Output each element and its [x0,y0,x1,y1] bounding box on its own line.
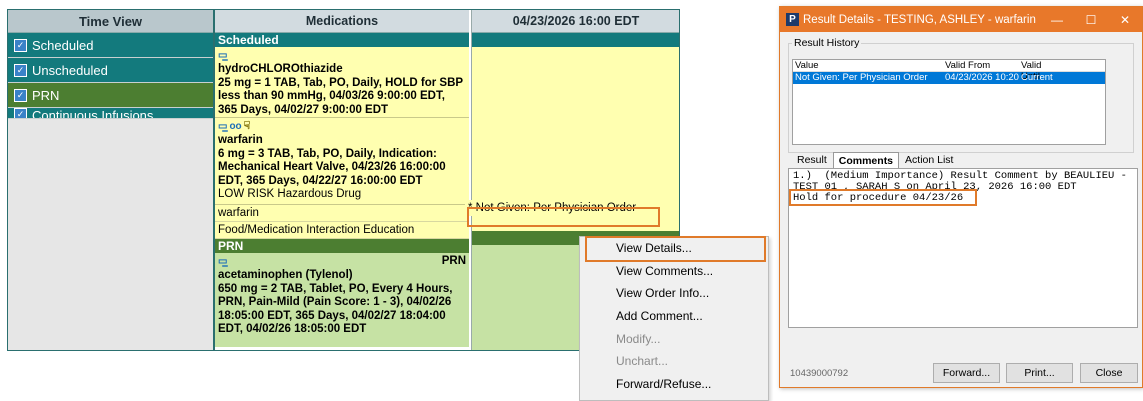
section-scheduled: Scheduled [215,33,469,47]
checkbox-icon[interactable]: ✓ [14,38,27,52]
table-header: Value Valid From Valid Until [793,60,1105,82]
print-button[interactable]: Print... [1006,363,1073,383]
menu-unchart[interactable]: Unchart... [580,350,768,373]
menu-modify[interactable]: Modify... [580,328,768,351]
detail-tabs: Result Comments Action List [792,152,959,169]
time-view-header: Time View [8,10,213,33]
title-bar[interactable]: P Result Details - TESTING, ASHLEY - war… [780,7,1142,32]
filter-scheduled[interactable]: ✓ Scheduled [8,33,213,58]
pill-cart-icon: ▭̲ [218,121,228,133]
pill-cart-icon: ▭̲ [218,256,228,268]
med-detail: 25 mg = 1 TAB, Tab, PO, Daily, HOLD for … [218,76,463,116]
column-header-value[interactable]: Value [793,60,943,71]
app-icon: P [786,13,799,26]
menu-add-comment[interactable]: Add Comment... [580,305,768,328]
filter-label: PRN [32,87,60,103]
tab-action-list[interactable]: Action List [900,152,958,169]
result-history-label: Result History [792,37,862,49]
menu-view-order-info[interactable]: View Order Info... [580,282,768,305]
tab-comments[interactable]: Comments [832,152,900,169]
section-prn: PRN [215,239,469,253]
glasses-icon: oo [229,121,242,133]
menu-highlight [585,236,766,262]
maximize-icon[interactable]: ☐ [1074,13,1108,27]
close-icon[interactable]: ✕ [1108,13,1142,27]
cell-valid-until: Current [1021,72,1053,83]
filter-unscheduled[interactable]: ✓ Unscheduled [8,58,213,83]
checkbox-icon[interactable]: ✓ [14,63,27,77]
window-title: Result Details - TESTING, ASHLEY - warfa… [803,13,1036,26]
forward-button[interactable]: Forward... [933,363,1000,383]
pill-cart-icon: ▭̲ [218,50,228,62]
med-sub-row-education[interactable]: Food/Medication Interaction Education [215,222,469,239]
cell-value: Not Given: Per Physician Order [795,72,928,83]
footer-id: 10439000792 [790,368,849,379]
medications-header: Medications [215,10,469,33]
med-name: warfarin [218,134,263,146]
hazard-hand-icon: ☟ [243,120,251,133]
table-row[interactable]: Not Given: Per Physician Order 04/23/202… [793,72,1105,95]
med-hydrochlorothiazide[interactable]: ▭̲ hydroCHLOROthiazide 25 mg = 1 TAB, Ta… [215,47,469,118]
time-view-panel: Time View ✓ Scheduled ✓ Unscheduled ✓ PR… [8,10,215,350]
filter-prn[interactable]: ✓ PRN [8,83,213,108]
result-details-window: P Result Details - TESTING, ASHLEY - war… [779,6,1143,388]
med-sub-row-warfarin[interactable]: warfarin [215,205,469,222]
menu-forward-refuse[interactable]: Forward/Refuse... [580,373,768,396]
comment-highlight [789,189,977,206]
hazard-label: LOW RISK Hazardous Drug [218,188,362,200]
checkbox-icon[interactable]: ✓ [14,88,27,102]
filter-label: Unscheduled [32,62,108,78]
filter-label: Scheduled [32,37,94,53]
med-acetaminophen[interactable]: ▭̲ PRN acetaminophen (Tylenol) 650 mg = … [215,253,469,347]
close-button[interactable]: Close [1080,363,1138,383]
med-detail: 6 mg = 3 TAB, Tab, PO, Daily, Indication… [218,147,446,187]
medications-column: Medications Scheduled ▭̲ hydroCHLOROthia… [215,10,469,350]
column-header-valid-until[interactable]: Valid Until [1019,60,1061,82]
med-warfarin[interactable]: ▭̲ oo ☟ warfarin 6 mg = 3 TAB, Tab, PO, … [215,118,469,205]
minimize-icon[interactable]: — [1040,13,1074,27]
med-name: hydroCHLOROthiazide [218,63,343,75]
filter-label: Continuous Infusions [32,108,154,119]
result-history-table: Value Valid From Valid Until Not Given: … [792,59,1106,145]
menu-view-comments[interactable]: View Comments... [580,260,768,283]
tab-result[interactable]: Result [792,152,832,169]
filter-continuous-infusions[interactable]: ✓ Continuous Infusions [8,108,213,119]
cell-valid-from: 04/23/2026 10:20 EDT [945,72,1019,95]
column-header-valid-from[interactable]: Valid From [943,60,1019,71]
prn-label: PRN [441,255,466,268]
med-detail: 650 mg = 2 TAB, Tablet, PO, Every 4 Hour… [218,282,453,336]
result-highlight [467,207,660,227]
checkbox-icon[interactable]: ✓ [14,108,27,118]
med-name: acetaminophen (Tylenol) [218,269,353,281]
time-column-header[interactable]: 04/23/2026 16:00 EDT [472,10,679,33]
section-scheduled-band [472,33,679,47]
